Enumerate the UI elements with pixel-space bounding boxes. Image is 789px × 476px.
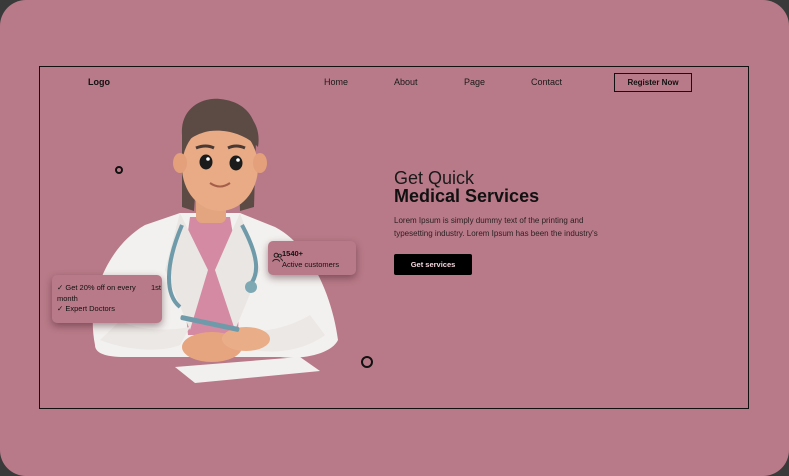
offer-line-month: month [57,294,78,303]
hero-description-line1: Lorem Ipsum is simply dummy text of the … [394,216,584,225]
logo[interactable]: Logo [88,77,110,87]
doctor-illustration [92,98,338,383]
active-customers-badge: 1540+ Active customers [268,241,356,275]
nav-home[interactable]: Home [324,77,348,87]
nav-about[interactable]: About [394,77,418,87]
decor-ring-large [361,356,373,368]
customers-count: 1540+ [282,249,304,258]
get-services-button[interactable]: Get services [394,254,472,275]
offer-line-discount: ✓ Get 20% off on every [57,283,136,292]
offer-line-doctors: ✓ Expert Doctors [57,304,115,313]
nav-page[interactable]: Page [464,77,485,87]
offer-line-discount-suffix: 1st [151,283,162,292]
hero-title-line2: Medical Services [394,186,540,206]
page-card: Logo Home About Page Contact Register No… [0,0,789,476]
customers-label: Active customers [282,260,340,269]
nav-contact[interactable]: Contact [531,77,562,87]
offer-badge: ✓ Get 20% off on every 1st month ✓ Exper… [52,275,162,323]
hero-description-line2: typesetting industry. Lorem Ipsum has be… [394,229,598,238]
register-button[interactable]: Register Now [614,73,692,92]
hero-description: Lorem Ipsum is simply dummy text of the … [394,214,624,240]
